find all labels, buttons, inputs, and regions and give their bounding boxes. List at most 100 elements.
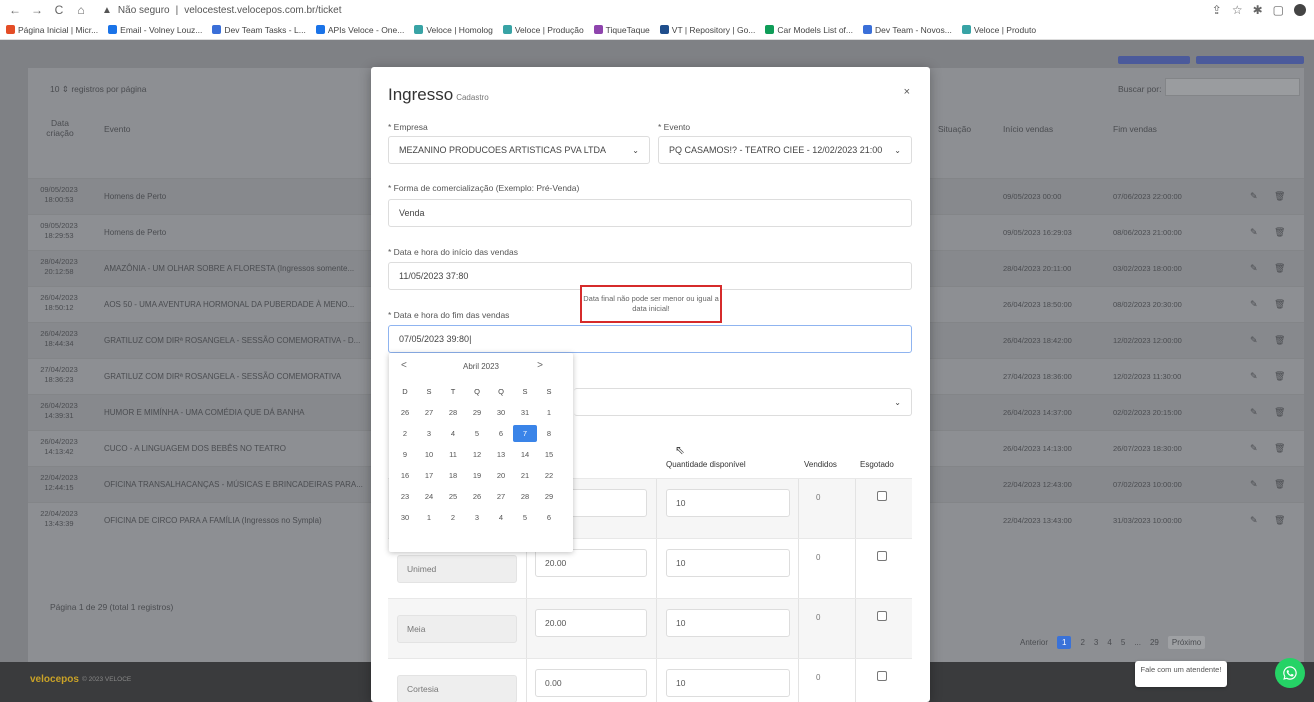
pagination-page: 3: [1093, 638, 1099, 647]
calendar-day[interactable]: 30: [393, 509, 417, 526]
ticket-price-input[interactable]: 20.00: [535, 549, 647, 577]
calendar-day[interactable]: 13: [489, 446, 513, 463]
calendar-day[interactable]: 3: [465, 509, 489, 526]
calendar-day[interactable]: 30: [489, 404, 513, 421]
ticket-price-input[interactable]: 20.00: [535, 609, 647, 637]
evento-select[interactable]: PQ CASAMOS!? - TEATRO CIEE - 12/02/2023 …: [658, 136, 912, 164]
calendar-day[interactable]: 25: [441, 488, 465, 505]
calendar-day[interactable]: 14: [513, 446, 537, 463]
forma-input[interactable]: Venda: [388, 199, 912, 227]
calendar-day[interactable]: 24: [417, 488, 441, 505]
calendar-day[interactable]: 2: [393, 425, 417, 442]
chat-bubble[interactable]: Fale com um atendente!: [1135, 661, 1227, 687]
calendar-day[interactable]: 26: [393, 404, 417, 421]
calendar-day[interactable]: 21: [513, 467, 537, 484]
calendar-day[interactable]: 5: [465, 425, 489, 442]
calendar-day[interactable]: 2: [441, 509, 465, 526]
calendar-day[interactable]: 7: [513, 425, 537, 442]
calendar-day[interactable]: 4: [489, 509, 513, 526]
warning-icon: ▲: [102, 4, 112, 16]
forward-icon[interactable]: →: [30, 3, 44, 17]
bookmark-item[interactable]: VT | Repository | Go...: [659, 25, 755, 35]
calendar-day[interactable]: 27: [417, 404, 441, 421]
error-tooltip: Data final não pode ser menor ou igual a…: [580, 285, 722, 323]
reload-icon[interactable]: C: [52, 3, 66, 17]
trash-icon: 🗑: [1274, 263, 1286, 273]
row-date: 26/04/2023 18:50:12: [40, 293, 78, 312]
bookmark-item[interactable]: TiqueTaque: [593, 25, 650, 35]
search-input: [1165, 78, 1300, 96]
trash-icon: 🗑: [1274, 191, 1286, 201]
edit-icon: ✎: [1250, 299, 1258, 309]
ticket-qty-input[interactable]: 10: [666, 489, 790, 517]
ticket-qty-input[interactable]: 10: [666, 669, 790, 697]
calendar-day[interactable]: 6: [489, 425, 513, 442]
calendar-day[interactable]: 31: [513, 404, 537, 421]
row-event: HUMOR E MIMÍNHA - UMA COMÉDIA QUE DÁ BAN…: [104, 408, 305, 417]
bookmark-item[interactable]: Car Models List of...: [765, 25, 853, 35]
bookmark-item[interactable]: Dev Team Tasks - L...: [212, 25, 306, 35]
calendar-day[interactable]: 9: [393, 446, 417, 463]
bookmark-item[interactable]: Veloce | Produto: [961, 25, 1036, 35]
bookmark-item[interactable]: APIs Veloce - One...: [315, 25, 404, 35]
row-event: OFICINA TRANSALHACANÇAS - MÚSICAS E BRIN…: [104, 480, 363, 489]
calendar-day[interactable]: 18: [441, 467, 465, 484]
star-icon[interactable]: ☆: [1232, 3, 1243, 17]
close-icon[interactable]: ×: [904, 86, 910, 98]
bookmark-item[interactable]: Veloce | Homolog: [414, 25, 493, 35]
calendar-day[interactable]: 11: [441, 446, 465, 463]
bookmark-item[interactable]: Dev Team - Novos...: [863, 25, 952, 35]
bookmark-item[interactable]: Página Inicial | Micr...: [6, 25, 98, 35]
calendar-day[interactable]: 3: [417, 425, 441, 442]
calendar-day[interactable]: 1: [537, 404, 561, 421]
pagination-page: ...: [1134, 638, 1141, 647]
calendar-day[interactable]: 8: [537, 425, 561, 442]
sold-out-checkbox[interactable]: [877, 491, 887, 501]
select-field[interactable]: ⌄: [574, 388, 912, 416]
row-end: 08/02/2023 20:30:00: [1113, 300, 1182, 309]
fim-label: * Data e hora do fim das vendas: [388, 310, 510, 320]
calendar-day[interactable]: 12: [465, 446, 489, 463]
ticket-qty-input[interactable]: 10: [666, 549, 790, 577]
calendar-day[interactable]: 15: [537, 446, 561, 463]
calendar-day[interactable]: 20: [489, 467, 513, 484]
bookmark-item[interactable]: Email - Volney Louz...: [108, 25, 202, 35]
home-icon[interactable]: ⌂: [74, 3, 88, 17]
ticket-qty-input[interactable]: 10: [666, 609, 790, 637]
edit-icon: ✎: [1250, 335, 1258, 345]
calendar-day[interactable]: 6: [537, 509, 561, 526]
calendar-day[interactable]: 5: [513, 509, 537, 526]
ticket-price-input[interactable]: 0.00: [535, 669, 647, 697]
calendar-day[interactable]: 28: [513, 488, 537, 505]
calendar-day[interactable]: 23: [393, 488, 417, 505]
calendar-day[interactable]: 17: [417, 467, 441, 484]
calendar-day[interactable]: 10: [417, 446, 441, 463]
calendar-day[interactable]: 26: [465, 488, 489, 505]
bookmark-item[interactable]: Veloce | Produção: [502, 25, 584, 35]
sold-out-checkbox[interactable]: [877, 611, 887, 621]
share-icon[interactable]: ⇪: [1212, 3, 1222, 17]
extensions-icon[interactable]: ✱: [1253, 3, 1263, 17]
profile-avatar[interactable]: [1294, 4, 1306, 16]
sold-out-checkbox[interactable]: [877, 671, 887, 681]
back-icon[interactable]: ←: [8, 3, 22, 17]
address-bar[interactable]: ▲ Não seguro | velocestest.velocepos.com…: [102, 5, 342, 16]
calendar-day[interactable]: 28: [441, 404, 465, 421]
calendar-day[interactable]: 4: [441, 425, 465, 442]
fim-input[interactable]: 07/05/2023 39:80|: [388, 325, 912, 353]
empresa-select[interactable]: MEZANINO PRODUCOES ARTISTICAS PVA LTDA ⌄: [388, 136, 650, 164]
calendar-day[interactable]: 19: [465, 467, 489, 484]
calendar-day[interactable]: 1: [417, 509, 441, 526]
calendar-day[interactable]: 29: [465, 404, 489, 421]
calendar-day[interactable]: 29: [537, 488, 561, 505]
col-quantidade: Quantidade disponível: [666, 460, 746, 469]
sold-out-checkbox[interactable]: [877, 551, 887, 561]
bookmark-icon: [212, 25, 222, 34]
next-month-icon[interactable]: >: [537, 360, 543, 371]
calendar-day[interactable]: 27: [489, 488, 513, 505]
chevron-down-icon: ⌄: [894, 397, 901, 407]
calendar-day[interactable]: 16: [393, 467, 417, 484]
whatsapp-icon[interactable]: [1275, 658, 1305, 688]
window-icon[interactable]: ▢: [1273, 3, 1284, 17]
calendar-day[interactable]: 22: [537, 467, 561, 484]
